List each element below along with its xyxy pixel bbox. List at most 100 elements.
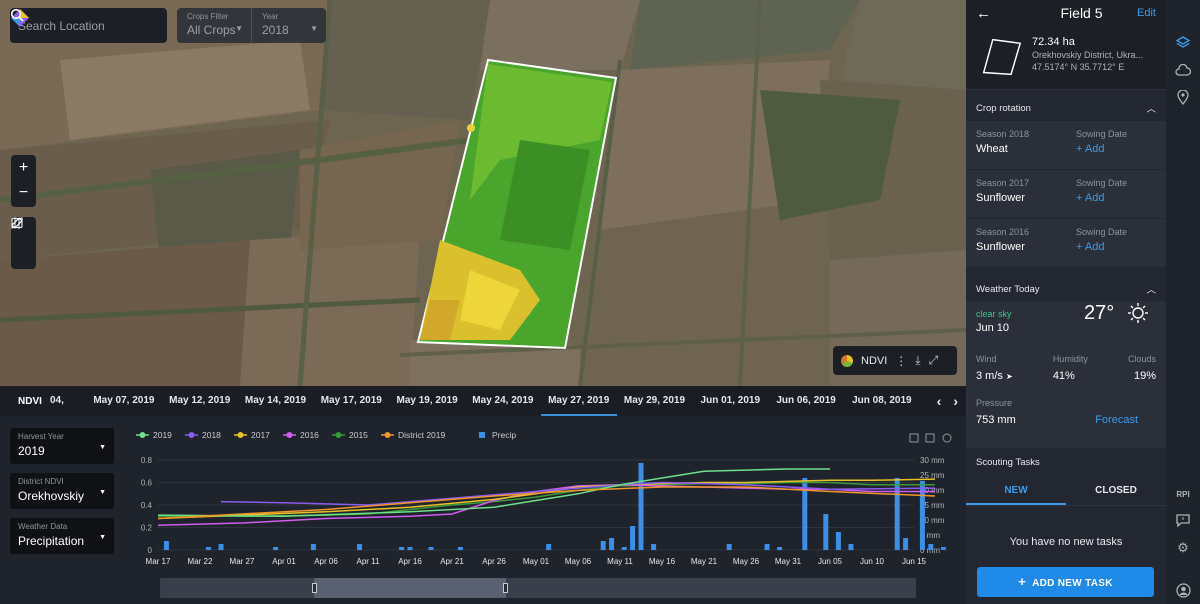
pressure-value: 753 mm <box>976 414 1016 426</box>
timeline-date[interactable]: 04, 2019 <box>50 386 86 416</box>
user-account-icon[interactable] <box>1166 577 1200 604</box>
humidity-value: 41% <box>1052 370 1075 382</box>
add-new-task-button[interactable]: + ADD NEW TASK <box>977 567 1154 597</box>
download-icon[interactable]: ⤓ <box>915 353 920 368</box>
legend-label: District 2019 <box>398 430 446 440</box>
precip-bar <box>163 541 169 550</box>
add-sowing-date-button[interactable]: + Add <box>1076 192 1156 204</box>
field-area: 72.34 ha <box>1032 36 1075 48</box>
rpi-label[interactable]: RPI <box>1166 481 1200 508</box>
caret-down-icon: ▼ <box>235 24 243 33</box>
year-filter-select[interactable]: Year 2018 ▼ <box>251 8 326 43</box>
chevron-up-icon[interactable]: ︿ <box>1146 101 1156 115</box>
sowing-date-label: Sowing Date <box>1076 129 1128 139</box>
chevron-right-icon[interactable]: › <box>953 393 958 409</box>
rotation-row: Season 2018 Wheat Sowing Date + Add <box>966 120 1166 169</box>
precip-bar <box>777 547 783 550</box>
y-left-tick-label: 0.6 <box>141 479 153 488</box>
zoom-out-button[interactable]: − <box>11 180 36 205</box>
timeline-date[interactable]: May 24, 2019 <box>465 386 541 416</box>
map-layers-icon[interactable] <box>11 217 36 267</box>
range-thumb[interactable] <box>314 578 506 598</box>
tab-closed[interactable]: CLOSED <box>1066 476 1166 505</box>
timeline-date[interactable]: May 12, 2019 <box>162 386 238 416</box>
map-view[interactable]: Crops Filter All Crops ▼ Year 2018 ▼ + − <box>0 0 966 386</box>
precip-bar <box>848 544 854 550</box>
add-sowing-date-button[interactable]: + Add <box>1076 241 1156 253</box>
right-icon-bar: RPI ⚙ <box>1166 0 1200 604</box>
zoom-in-button[interactable]: + <box>11 155 36 180</box>
layer-label[interactable]: NDVI <box>861 355 887 367</box>
district-ndvi-select[interactable]: District NDVI Orekhovskiy ▼ <box>10 473 114 509</box>
x-tick-label: Apr 16 <box>398 557 422 566</box>
legend-swatch <box>479 432 485 438</box>
fullscreen-icon[interactable]: ⤢ <box>929 353 939 368</box>
crop-rotation-title: Crop rotation <box>976 102 1031 114</box>
chevron-left-icon[interactable]: ‹ <box>937 393 942 409</box>
x-tick-label: May 26 <box>733 557 760 566</box>
map-tools <box>11 217 36 269</box>
tab-new[interactable]: NEW <box>966 476 1066 505</box>
search-icon[interactable] <box>10 8 24 22</box>
precip-bar <box>726 544 732 550</box>
crops-filter-select[interactable]: Crops Filter All Crops ▼ <box>177 8 251 43</box>
timeline-date[interactable]: May 29, 2019 <box>617 386 693 416</box>
harvest-year-select[interactable]: Harvest Year 2019 ▼ <box>10 428 114 464</box>
rotation-row: Season 2016 Sunflower Sowing Date + Add <box>966 218 1166 267</box>
precip-bar <box>600 541 606 550</box>
season-crop: Wheat <box>976 143 1008 155</box>
precip-bar <box>310 544 316 550</box>
clouds-label: Clouds <box>1127 354 1156 364</box>
x-tick-label: May 01 <box>523 557 550 566</box>
range-handle-right[interactable] <box>503 583 508 593</box>
layers-icon[interactable] <box>1166 30 1200 57</box>
legend-label: 2015 <box>349 430 368 440</box>
y-left-tick-label: 0 <box>148 546 153 555</box>
add-sowing-date-button[interactable]: + Add <box>1076 143 1156 155</box>
settings-gear-icon[interactable]: ⚙ <box>1166 534 1200 561</box>
cloud-icon[interactable] <box>1166 57 1200 84</box>
timeline-label: NDVI <box>18 395 42 407</box>
forecast-link[interactable]: Forecast <box>1095 414 1138 426</box>
timeline-date[interactable]: May 07, 2019 <box>86 386 162 416</box>
range-handle-left[interactable] <box>312 583 317 593</box>
precip-bar <box>630 526 636 550</box>
precip-bar <box>823 514 829 550</box>
district-ndvi-label: District NDVI <box>18 477 64 486</box>
location-pin-icon[interactable] <box>1166 84 1200 111</box>
timeline-date[interactable]: May 19, 2019 <box>389 386 465 416</box>
more-vertical-icon[interactable]: ⋮ <box>895 354 907 368</box>
search-bar[interactable] <box>10 8 167 43</box>
x-tick-label: Apr 11 <box>357 557 381 566</box>
timeline-date[interactable]: May 14, 2019 <box>238 386 314 416</box>
feedback-icon[interactable] <box>1166 507 1200 534</box>
year-filter-value: 2018 <box>262 23 289 37</box>
timeline-date[interactable]: May 27, 2019 <box>540 386 617 416</box>
precip-bar <box>621 547 627 550</box>
clouds-value: 19% <box>1133 370 1156 382</box>
chevron-up-icon[interactable]: ︿ <box>1146 282 1156 296</box>
legend-label: Precip <box>492 430 516 440</box>
weather-data-value: Precipitation <box>18 534 85 548</box>
harvest-year-value: 2019 <box>18 444 45 458</box>
satellite-imagery <box>0 0 966 386</box>
select-tool-icon <box>925 433 935 443</box>
timeline-date[interactable]: Jun 06, 2019 <box>768 386 844 416</box>
chart-range-scrollbar[interactable] <box>160 578 916 598</box>
caret-down-icon: ▼ <box>310 24 318 33</box>
search-input[interactable] <box>18 18 114 33</box>
sowing-date-label: Sowing Date <box>1076 227 1128 237</box>
timeline-date[interactable]: May 17, 2019 <box>313 386 389 416</box>
field-coordinates: 47.5174° N 35.7712° E <box>1032 62 1125 72</box>
edit-field-button[interactable]: Edit <box>1137 7 1156 19</box>
legend-marker <box>335 432 342 438</box>
y-left-tick-label: 0.4 <box>141 501 153 510</box>
year-filter-label: Year <box>262 12 279 21</box>
legend-marker <box>384 432 391 438</box>
weather-data-select[interactable]: Weather Data Precipitation ▼ <box>10 518 114 554</box>
back-arrow-icon[interactable]: ← <box>976 5 1006 22</box>
precip-bar <box>218 544 224 550</box>
timeline-date[interactable]: Jun 08, 2019 <box>844 386 920 416</box>
precip-bar <box>638 463 644 550</box>
timeline-date[interactable]: Jun 01, 2019 <box>692 386 768 416</box>
